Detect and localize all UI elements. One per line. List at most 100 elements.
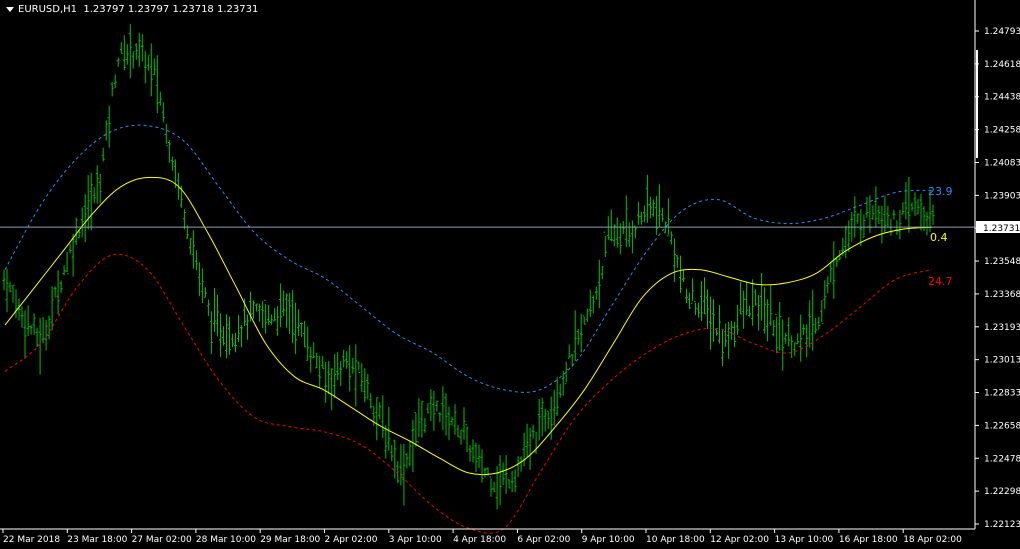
price-bar bbox=[739, 281, 743, 315]
price-bar bbox=[651, 199, 655, 217]
price-bar bbox=[721, 329, 724, 366]
price-tick-label: 1.22658 bbox=[984, 421, 1020, 431]
price-bar bbox=[510, 470, 514, 493]
price-bar bbox=[378, 402, 382, 420]
price-bar bbox=[657, 184, 661, 227]
dropdown-triangle-icon[interactable] bbox=[6, 6, 14, 12]
time-tick-label: 23 Mar 18:00 bbox=[67, 535, 127, 545]
price-bar bbox=[513, 469, 517, 493]
price-bar bbox=[216, 294, 219, 337]
price-bar bbox=[318, 355, 322, 388]
price-bar bbox=[862, 214, 866, 238]
price-tick-label: 1.23903 bbox=[984, 191, 1020, 201]
price-bar bbox=[775, 313, 779, 354]
price-chart[interactable]: 1.24793 1.24618 1.24438 1.24258 1.24083 1.239… bbox=[0, 0, 1020, 549]
price-bar bbox=[916, 199, 920, 215]
price-bar bbox=[576, 329, 580, 345]
price-bar bbox=[712, 299, 715, 342]
current-price-label: 1.23731 bbox=[983, 224, 1020, 234]
price-bar bbox=[630, 220, 634, 254]
price-bar bbox=[925, 211, 929, 236]
price-bar bbox=[886, 205, 890, 228]
price-bar bbox=[609, 209, 613, 242]
price-bar bbox=[567, 344, 571, 359]
price-bar bbox=[459, 429, 463, 445]
price-bar bbox=[793, 342, 797, 356]
price-tick-label: 1.24258 bbox=[984, 126, 1020, 136]
price-bar bbox=[113, 74, 117, 88]
time-tick-label: 18 Apr 02:00 bbox=[903, 535, 962, 545]
time-tick-label: 22 Mar 2018 bbox=[3, 535, 60, 545]
price-bar bbox=[219, 313, 222, 358]
price-bar bbox=[71, 233, 75, 277]
price-bar bbox=[874, 186, 878, 228]
price-bar bbox=[736, 305, 740, 335]
price-tick-label: 1.22833 bbox=[984, 389, 1020, 399]
price-bar bbox=[799, 314, 803, 362]
price-bar bbox=[53, 286, 57, 298]
price-bar bbox=[760, 273, 764, 321]
price-bar bbox=[898, 209, 902, 240]
price-bar bbox=[865, 197, 869, 218]
price-bar bbox=[519, 456, 523, 472]
price-bar bbox=[832, 241, 836, 299]
price-bar bbox=[901, 202, 905, 215]
price-bar bbox=[23, 310, 27, 359]
price-bar bbox=[237, 315, 240, 342]
lower-indicator-label: 24.7 bbox=[928, 275, 953, 288]
price-bar bbox=[167, 140, 171, 163]
price-bar bbox=[95, 165, 99, 204]
time-tick-label: 13 Apr 10:00 bbox=[775, 535, 834, 545]
price-bar bbox=[531, 424, 535, 439]
price-bar bbox=[444, 393, 448, 436]
price-bar bbox=[8, 281, 12, 293]
time-tick-label: 6 Apr 02:00 bbox=[517, 535, 570, 545]
price-bar bbox=[188, 238, 192, 255]
price-bar bbox=[225, 314, 228, 359]
price-bar bbox=[306, 326, 310, 361]
price-bar bbox=[910, 202, 914, 212]
symbol-label: EURUSD,H1 bbox=[18, 4, 78, 15]
price-bar bbox=[92, 187, 96, 204]
price-bar bbox=[35, 327, 39, 347]
price-bar bbox=[904, 181, 908, 220]
price-bar bbox=[417, 398, 421, 443]
price-bar bbox=[143, 51, 147, 84]
price-bar bbox=[330, 368, 334, 411]
time-tick-label: 27 Mar 02:00 bbox=[132, 535, 192, 545]
price-bar bbox=[381, 395, 385, 439]
price-bar bbox=[859, 209, 863, 247]
price-bar bbox=[309, 347, 313, 373]
price-bar bbox=[32, 313, 36, 335]
price-bar bbox=[666, 198, 670, 237]
price-bar bbox=[895, 220, 899, 235]
price-tick-label: 1.22478 bbox=[984, 454, 1020, 464]
price-bar bbox=[931, 204, 935, 225]
price-bar bbox=[585, 308, 589, 322]
price-bar bbox=[709, 296, 712, 350]
price-bar bbox=[279, 283, 283, 328]
price-bar bbox=[597, 259, 601, 308]
price-bar bbox=[672, 238, 676, 282]
price-bar bbox=[420, 400, 424, 438]
price-bar bbox=[264, 299, 268, 334]
price-bar bbox=[633, 225, 637, 239]
price-bar bbox=[47, 315, 51, 340]
price-bar bbox=[685, 288, 688, 304]
price-bar bbox=[234, 332, 237, 353]
price-bar bbox=[718, 305, 721, 344]
price-bar bbox=[540, 397, 544, 437]
price-bar bbox=[802, 324, 806, 336]
price-bar bbox=[426, 403, 430, 414]
price-bar bbox=[844, 225, 848, 259]
price-tick-label: 1.24793 bbox=[984, 27, 1020, 37]
price-bar bbox=[5, 268, 9, 313]
time-tick-label: 28 Mar 10:00 bbox=[196, 535, 256, 545]
price-bar bbox=[206, 299, 210, 316]
price-bar bbox=[624, 195, 628, 248]
price-bar bbox=[354, 344, 358, 407]
price-bar bbox=[50, 286, 54, 331]
price-bar bbox=[366, 374, 370, 400]
price-bar bbox=[384, 425, 388, 459]
price-bar bbox=[282, 290, 286, 317]
